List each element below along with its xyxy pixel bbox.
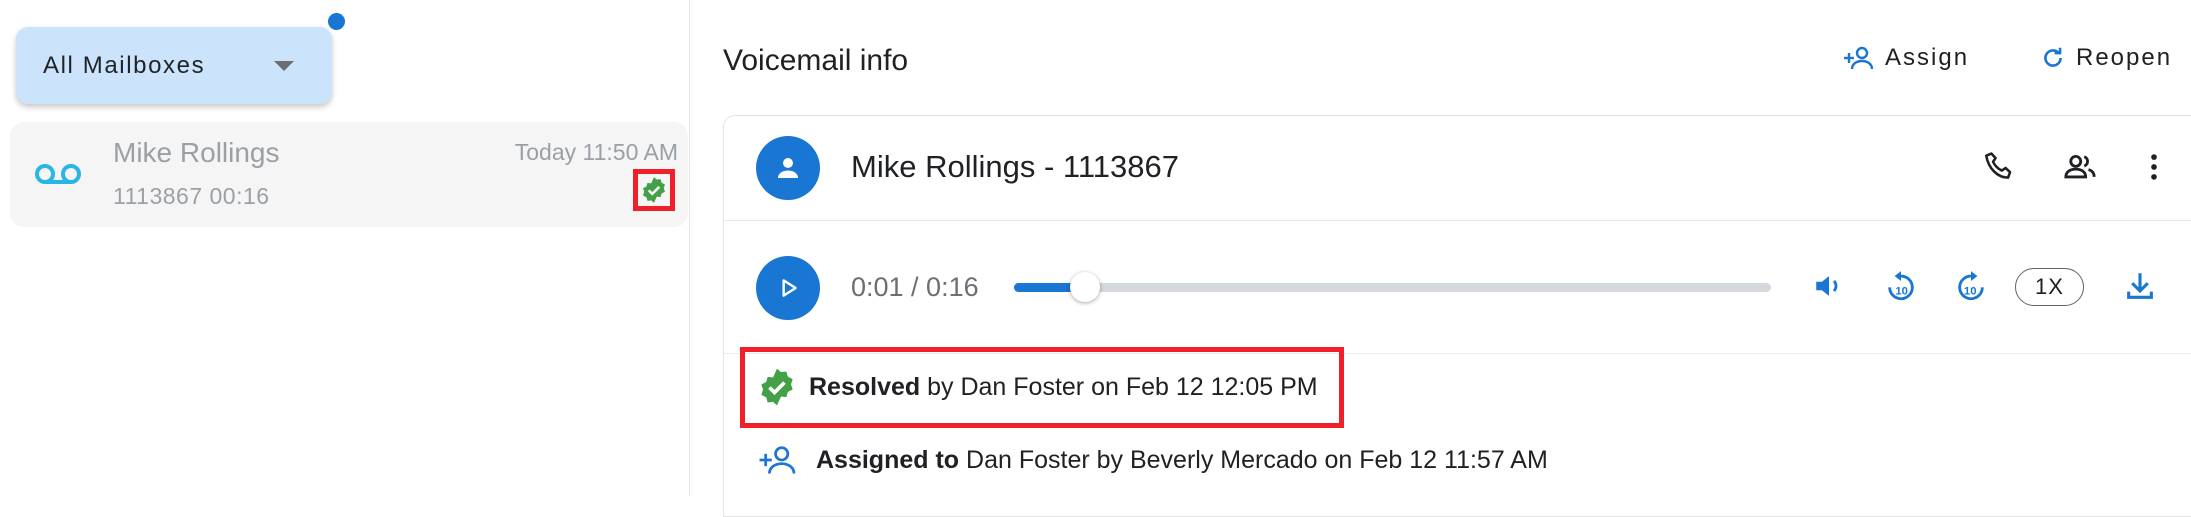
assigned-detail: Dan Foster by Beverly Mercado on Feb 12 … [959,445,1548,474]
notification-dot [328,13,345,30]
playback-timecode: 0:01 / 0:16 [851,272,979,302]
verified-check-icon [761,368,793,406]
chevron-down-icon [274,61,294,71]
svg-text:10: 10 [1964,286,1977,298]
voicemail-subtitle: 1113867 00:16 [113,183,270,209]
contacts-icon[interactable] [2063,150,2097,189]
play-icon [782,279,797,297]
play-button[interactable] [756,256,820,320]
person-add-icon [759,446,796,474]
page-title: Voicemail info [723,44,909,77]
svg-text:10: 10 [1895,286,1908,298]
resolved-entry: Resolved by Dan Foster on Feb 12 12:05 P… [757,367,1318,407]
left-pane: All Mailboxes Mike Rollings 1113867 00:1… [0,0,690,496]
replay-10-icon[interactable]: 10 [1884,269,1918,308]
playback-speed-button[interactable]: 1X [2015,268,2084,306]
volume-icon[interactable] [1812,269,1846,308]
verified-check-icon [633,169,675,211]
progress-slider[interactable] [1014,272,1771,302]
phone-icon[interactable] [1982,150,2016,189]
mailbox-selector[interactable]: All Mailboxes [16,27,332,104]
assigned-entry: Assigned to Dan Foster by Beverly Mercad… [757,444,1548,476]
audio-player: 0:01 / 0:16 10 10 1X [724,221,2191,354]
voicemail-caller-name: Mike Rollings [113,137,280,168]
assign-button[interactable]: Assign [1843,44,1969,72]
resolved-detail: by Dan Foster on Feb 12 12:05 PM [920,372,1318,401]
person-add-icon [1844,46,1874,70]
assign-label: Assign [1885,44,1970,71]
voicemail-list-item[interactable]: Mike Rollings 1113867 00:16 Today 11:50 … [10,122,688,227]
resolved-label: Resolved [809,372,921,401]
download-icon[interactable] [2123,269,2157,308]
voicemail-icon [34,162,82,191]
forward-10-icon[interactable]: 10 [1954,269,1988,308]
contact-row: Mike Rollings - 1113867 [724,116,2191,221]
reopen-label: Reopen [2076,44,2173,71]
voicemail-time: Today 11:50 AM [514,139,678,165]
more-vert-icon[interactable] [2137,150,2171,189]
assigned-label: Assigned to [816,445,960,474]
person-icon [756,136,820,200]
reopen-button[interactable]: Reopen [2040,44,2172,72]
progress-knob[interactable] [1070,272,1101,302]
mailbox-selector-label: All Mailboxes [43,51,206,79]
contact-name: Mike Rollings - 1113867 [851,149,1179,184]
refresh-icon [2044,47,2062,67]
